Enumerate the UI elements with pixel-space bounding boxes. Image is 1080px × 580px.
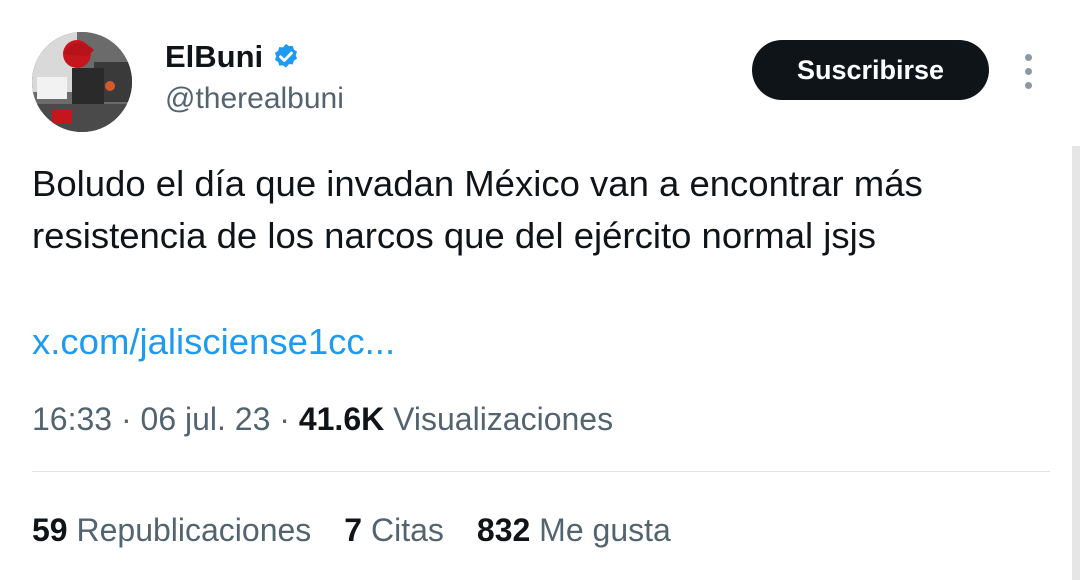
tweet-time[interactable]: 16:33 [32, 401, 112, 437]
author-display-name[interactable]: ElBuni [165, 38, 263, 76]
avatar-image [32, 32, 132, 132]
views-label: Visualizaciones [393, 401, 614, 437]
tweet-card: ElBuni @therealbuni Suscribirse Boludo e… [0, 0, 1080, 580]
verified-badge-icon [275, 43, 298, 68]
subscribe-button[interactable]: Suscribirse [752, 40, 989, 100]
avatar[interactable] [32, 32, 132, 132]
divider [32, 471, 1050, 472]
scrollbar[interactable] [1072, 146, 1080, 580]
tweet-meta: 16:33 · 06 jul. 23 · 41.6K Visualizacion… [32, 397, 613, 441]
tweet-text: Boludo el día que invadan México van a e… [32, 163, 923, 256]
meta-separator: · [270, 401, 299, 437]
likes-label: Me gusta [539, 512, 671, 548]
views-count: 41.6K [298, 401, 385, 437]
likes-count: 832 [476, 512, 531, 548]
tweet-date[interactable]: 06 jul. 23 [141, 401, 271, 437]
reposts-stat[interactable]: 59 Republicaciones [32, 508, 311, 552]
author-name-row[interactable]: ElBuni [165, 38, 301, 76]
reposts-count: 59 [32, 512, 68, 548]
quotes-stat[interactable]: 7 Citas [344, 508, 444, 552]
tweet-link[interactable]: x.com/jalisciense1cc... [32, 316, 395, 368]
tweet-stats: 59 Republicaciones 7 Citas 832 Me gusta [32, 508, 671, 552]
quotes-count: 7 [344, 512, 363, 548]
likes-stat[interactable]: 832 Me gusta [477, 508, 671, 552]
reposts-label: Republicaciones [76, 512, 312, 548]
more-vertical-icon[interactable] [1016, 52, 1042, 92]
meta-separator: · [112, 401, 141, 437]
quotes-label: Citas [370, 512, 444, 548]
author-handle[interactable]: @therealbuni [165, 80, 344, 118]
